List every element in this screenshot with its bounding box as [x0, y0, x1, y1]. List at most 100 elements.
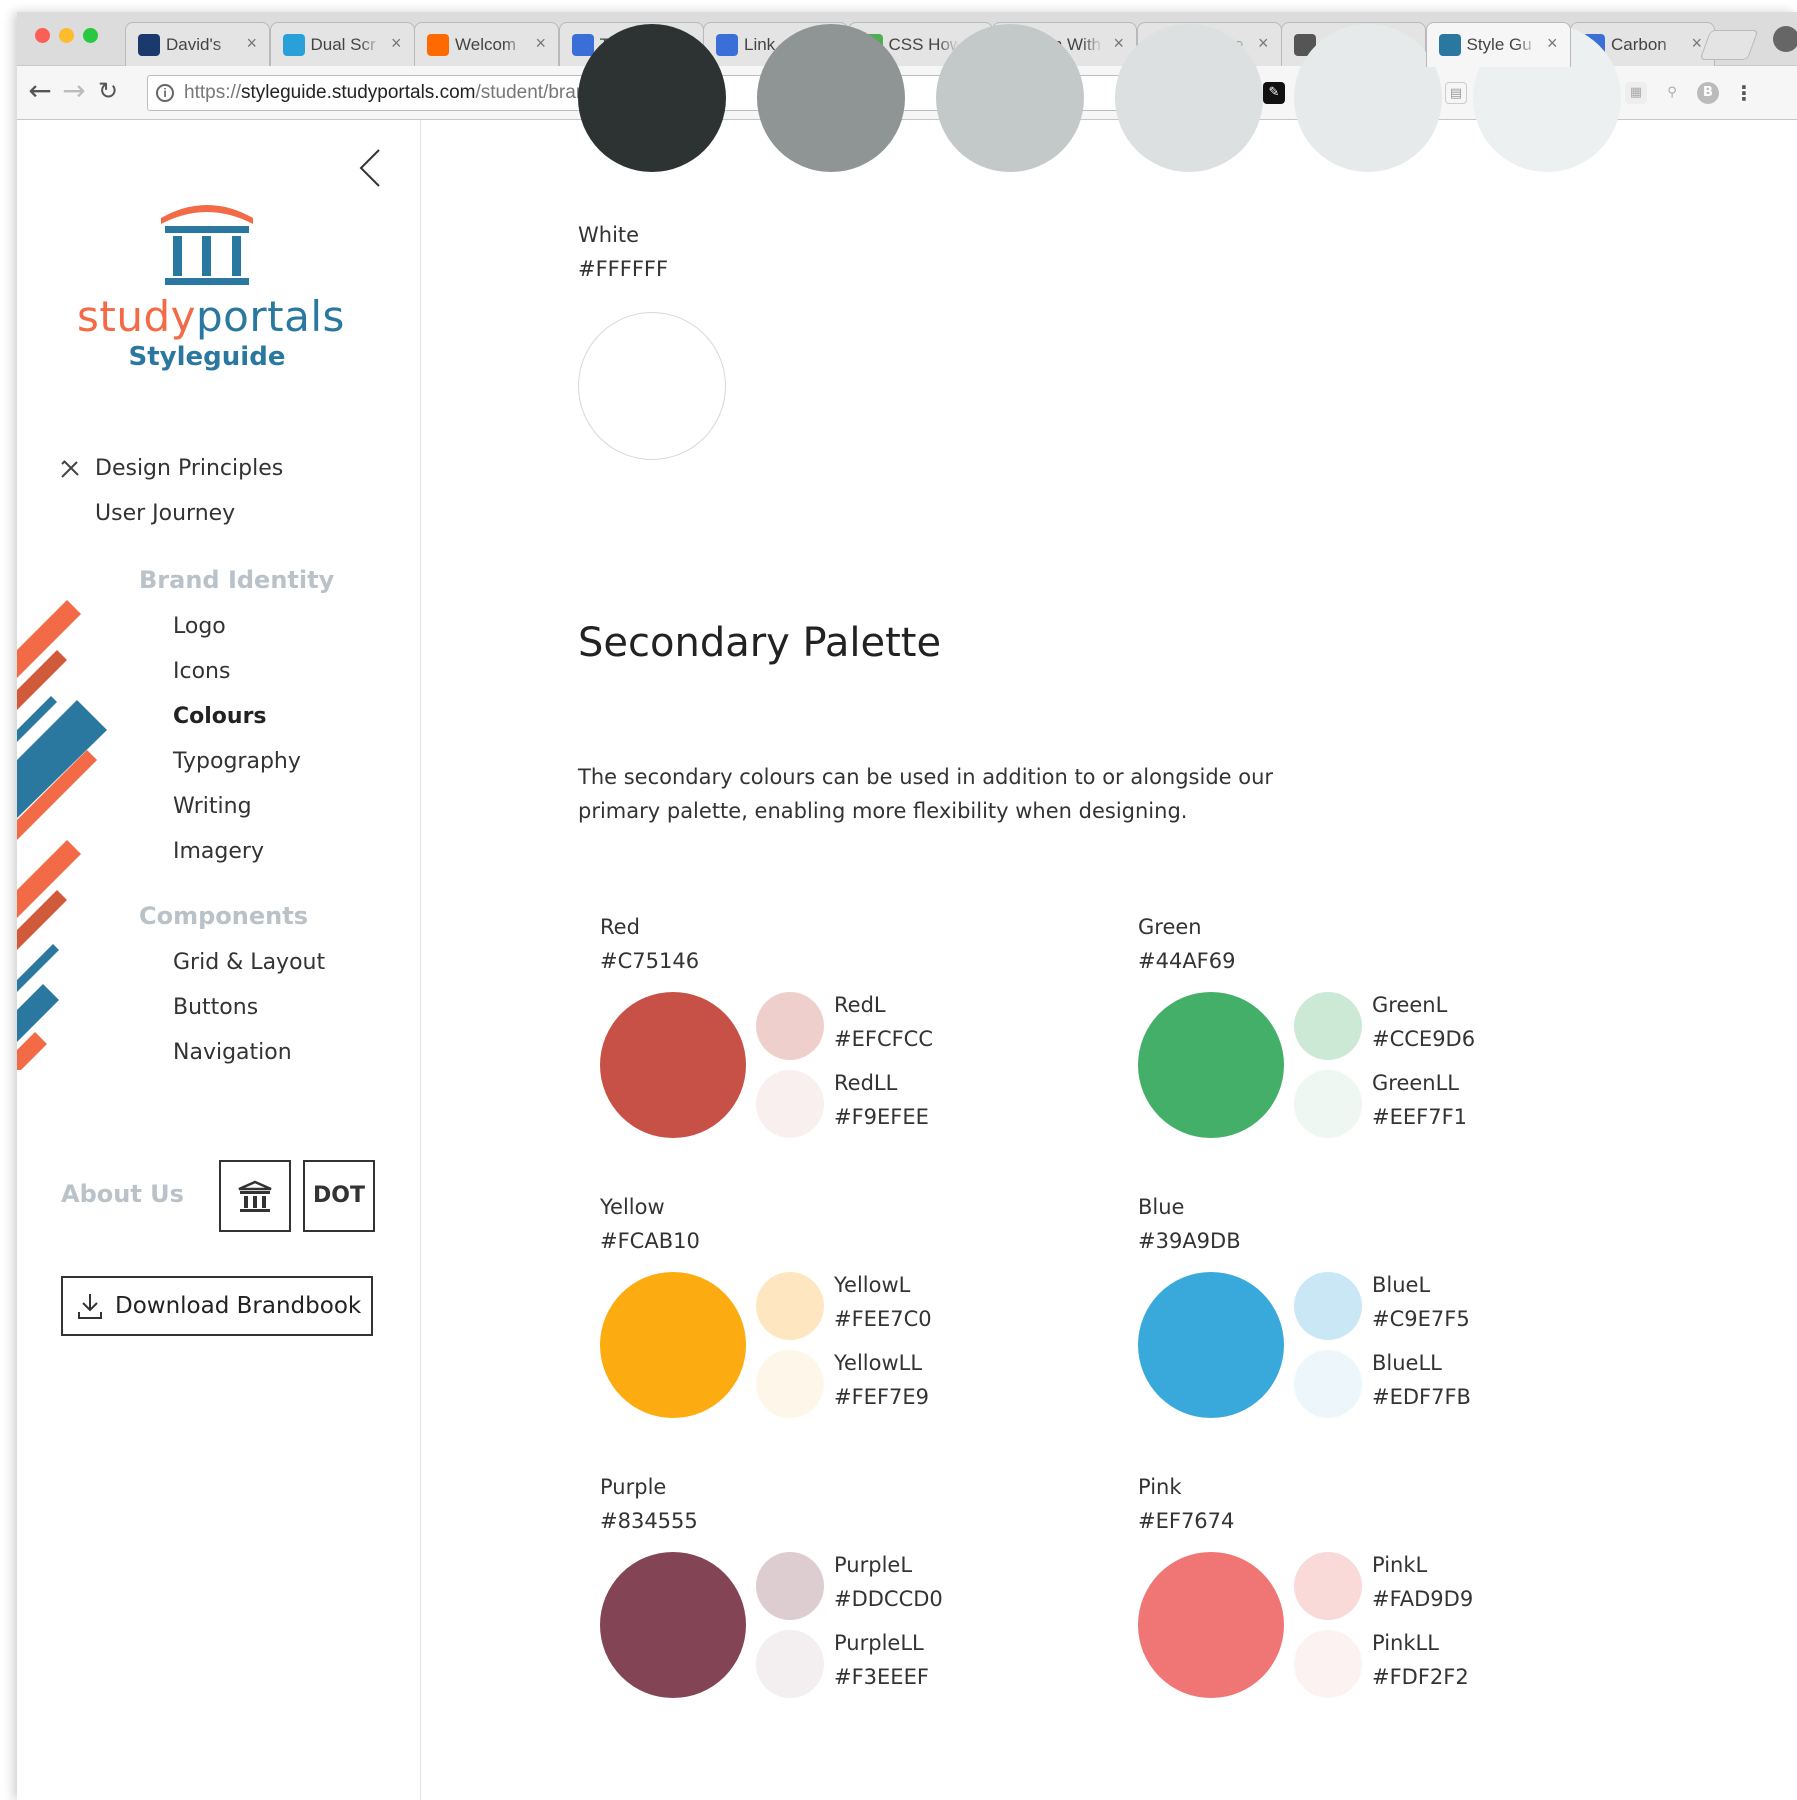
- download-brandbook-button[interactable]: Download Brandbook: [61, 1276, 373, 1336]
- light-swatch: [1294, 1552, 1362, 1620]
- studyportals-logo[interactable]: studyportals Styleguide: [77, 196, 344, 372]
- light-swatch: [1294, 1272, 1362, 1340]
- reload-icon[interactable]: ↻: [93, 76, 123, 106]
- tab-close-icon[interactable]: ×: [1258, 33, 1269, 54]
- lighter-swatch-hex: #FDF2F2: [1372, 1665, 1469, 1689]
- new-tab-button[interactable]: [1699, 30, 1759, 60]
- light-swatch-hex: #EFCFCC: [834, 1027, 934, 1051]
- grey-swatch: [1115, 24, 1263, 172]
- tab-3[interactable]: Welcom ×: [414, 22, 559, 66]
- swatch-name: Purple: [600, 1475, 667, 1499]
- secondary-desc-line-2: primary palette, enabling more flexibili…: [578, 799, 1188, 823]
- tab-title: Carbon: [1611, 35, 1667, 54]
- light-swatch-name: YellowL: [834, 1273, 911, 1297]
- download-icon: [78, 1294, 102, 1319]
- swatch-hex: #39A9DB: [1138, 1229, 1241, 1253]
- swatch-name: Red: [600, 915, 640, 939]
- tab-close-icon[interactable]: ×: [1547, 33, 1558, 54]
- lighter-swatch-name: PinkLL: [1372, 1631, 1439, 1655]
- swatch-hex: #C75146: [600, 949, 700, 973]
- white-swatch: [578, 312, 726, 460]
- tab-2[interactable]: Dual Scr ×: [269, 22, 415, 66]
- tab-close-icon[interactable]: ×: [1691, 33, 1702, 54]
- swatch-hex: #EF7674: [1138, 1509, 1235, 1533]
- tab-close-icon[interactable]: ×: [391, 33, 402, 54]
- tab-title: David's: [166, 35, 222, 54]
- tab-10[interactable]: Style Gu ×: [1425, 22, 1571, 67]
- lighter-swatch-hex: #FEF7E9: [834, 1385, 930, 1409]
- light-swatch-hex: #FAD9D9: [1372, 1587, 1474, 1611]
- nav-grid-layout[interactable]: Grid & Layout: [173, 950, 325, 975]
- secondary-palette-heading: Secondary Palette: [578, 620, 942, 666]
- forward-icon[interactable]: →: [59, 76, 89, 106]
- nav-heading-brand-identity[interactable]: Brand Identity: [139, 566, 334, 594]
- lighter-swatch: [756, 1350, 824, 1418]
- lighter-swatch-name: PurpleLL: [834, 1631, 924, 1655]
- close-window-button[interactable]: [35, 28, 50, 43]
- white-hex: #FFFFFF: [578, 257, 669, 281]
- lighter-swatch: [1294, 1350, 1362, 1418]
- nav-navigation[interactable]: Navigation: [173, 1040, 292, 1065]
- temple-icon: [1438, 34, 1461, 56]
- tab-title: Welcom: [455, 35, 517, 54]
- tab-title: CSS How: [888, 35, 959, 54]
- light-swatch: [756, 992, 824, 1060]
- light-swatch-hex: #CCE9D6: [1372, 1027, 1476, 1051]
- tab-1[interactable]: David's ×: [125, 22, 270, 66]
- light-swatch-name: BlueL: [1372, 1273, 1431, 1297]
- zoom-window-button[interactable]: [83, 28, 98, 43]
- temple-logo-icon: [161, 205, 253, 285]
- secondary-palette-description: The secondary colours can be used in add…: [578, 760, 1298, 828]
- logo-text-study: study: [77, 292, 196, 341]
- primary-swatch: [1138, 992, 1284, 1138]
- menu-dots-icon[interactable]: ⋮: [1733, 82, 1755, 104]
- extension-chart-icon[interactable]: ▦: [1625, 82, 1647, 104]
- swatch-name: Blue: [1138, 1195, 1185, 1219]
- about-us-label: About Us: [61, 1180, 184, 1208]
- lighter-swatch-hex: #F3EEEF: [834, 1665, 929, 1689]
- nav-icons[interactable]: Icons: [173, 659, 230, 684]
- tab-close-icon[interactable]: ×: [1113, 33, 1124, 54]
- extension-pen-icon[interactable]: ✎: [1263, 82, 1285, 104]
- light-swatch: [756, 1272, 824, 1340]
- browser-window: David's×Dual Scr×Welcom×Typogra×Link×CSS…: [17, 12, 1797, 1800]
- s-logo-icon: [571, 34, 594, 56]
- swatch-hex: #834555: [600, 1509, 698, 1533]
- collapse-sidebar-icon[interactable]: [355, 146, 385, 190]
- nav-design-principles[interactable]: Design Principles: [95, 456, 283, 481]
- nav-heading-components[interactable]: Components: [139, 902, 308, 930]
- extension-grid-icon[interactable]: ▤: [1445, 82, 1467, 104]
- design-tools-icon: [61, 460, 79, 478]
- primary-swatch: [600, 1272, 746, 1418]
- nav-writing[interactable]: Writing: [173, 794, 252, 819]
- extension-mouse-icon[interactable]: ⚲: [1661, 82, 1683, 104]
- back-icon[interactable]: ←: [25, 76, 55, 106]
- info-icon[interactable]: i: [156, 84, 174, 102]
- nav-logo[interactable]: Logo: [173, 614, 226, 639]
- primary-swatch: [600, 992, 746, 1138]
- extension-b-icon[interactable]: B: [1697, 82, 1719, 104]
- lighter-swatch: [1294, 1070, 1362, 1138]
- logo-subtitle: Styleguide: [128, 342, 286, 372]
- lighter-swatch: [756, 1630, 824, 1698]
- logo-wordmark: studyportals: [77, 292, 344, 341]
- tab-close-icon[interactable]: ×: [535, 33, 546, 54]
- light-swatch-hex: #FEE7C0: [834, 1307, 932, 1331]
- lighter-swatch-hex: #F9EFEE: [834, 1105, 929, 1129]
- profile-icon[interactable]: [1773, 26, 1797, 52]
- nav-buttons[interactable]: Buttons: [173, 995, 258, 1020]
- nav-user-journey[interactable]: User Journey: [95, 501, 235, 526]
- minimize-window-button[interactable]: [59, 28, 74, 43]
- tab-close-icon[interactable]: ×: [246, 33, 257, 54]
- dot-about-button[interactable]: DOT: [303, 1160, 375, 1232]
- url-domain: styleguide.studyportals.com: [241, 82, 476, 103]
- logo-text-portals: portals: [195, 292, 345, 341]
- nav-imagery[interactable]: Imagery: [173, 839, 264, 864]
- nav-colours[interactable]: Colours: [173, 704, 267, 729]
- download-brandbook-label: Download Brandbook: [115, 1293, 362, 1319]
- studyportals-about-button[interactable]: [219, 1160, 291, 1232]
- person-icon: [138, 34, 160, 56]
- tab-title: Dual Scr: [310, 35, 376, 54]
- nav-typography[interactable]: Typography: [173, 749, 301, 774]
- lighter-swatch: [756, 1070, 824, 1138]
